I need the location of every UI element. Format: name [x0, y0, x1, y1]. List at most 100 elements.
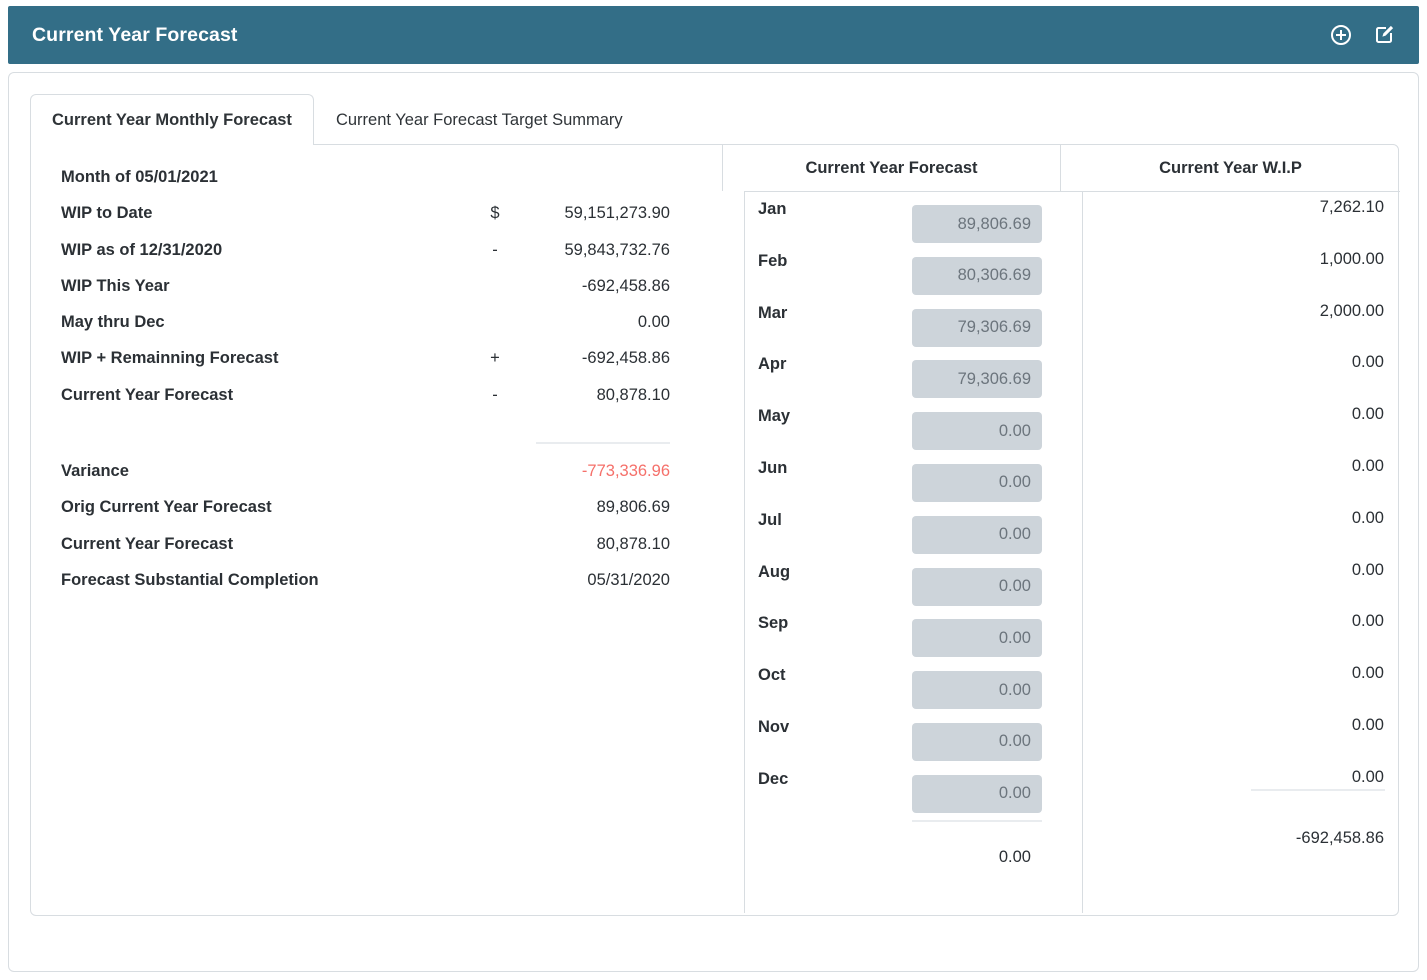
- month-label: Sep: [758, 614, 789, 633]
- table-body: Jan 7,262.10 Feb 1,000.00 Mar 2,000.00: [722, 191, 1400, 913]
- forecast-summary: Month of 05/01/2021 WIP to Date $ 59,151…: [31, 145, 722, 607]
- summary-label: Forecast Substantial Completion: [61, 570, 319, 589]
- table-row: Sep 0.00: [722, 605, 1400, 658]
- summary-value: 59,843,732.76: [564, 240, 670, 259]
- wip-value-feb: 1,000.00: [1319, 249, 1384, 268]
- forecast-input-sep[interactable]: [912, 619, 1042, 658]
- summary-label: Month of 05/01/2021: [61, 168, 218, 186]
- summary-value-variance: -773,336.96: [581, 462, 670, 481]
- month-label: Mar: [758, 303, 788, 322]
- wip-value-jun: 0.00: [1351, 456, 1384, 475]
- summary-row-month-of: Month of 05/01/2021: [61, 168, 670, 204]
- summary-sign: $: [490, 204, 500, 223]
- table-row: May 0.00: [722, 398, 1400, 451]
- summary-row-wip-this-year: WIP This Year -692,458.86: [61, 277, 670, 313]
- table-row: Aug 0.00: [722, 554, 1400, 606]
- table-row: Jun 0.00: [722, 450, 1400, 502]
- wip-value-apr: 0.00: [1351, 353, 1384, 372]
- month-label: Dec: [758, 769, 789, 788]
- summary-row-orig-current-year-forecast: Orig Current Year Forecast 89,806.69: [61, 498, 670, 534]
- edit-square-icon[interactable]: [1371, 22, 1397, 48]
- wip-value-sep: 0.00: [1351, 612, 1384, 631]
- summary-row-current-year-forecast-2: Current Year Forecast 80,878.10: [61, 535, 670, 571]
- table-totals-row: 0.00 -692,458.86: [722, 788, 1400, 891]
- table-row: Feb 1,000.00: [722, 243, 1400, 295]
- summary-label: Current Year Forecast: [61, 385, 234, 404]
- wip-value-oct: 0.00: [1351, 664, 1384, 683]
- wip-total-divider: [1251, 788, 1385, 791]
- month-label: Jul: [758, 510, 782, 529]
- wip-value-jul: 0.00: [1351, 508, 1384, 527]
- wip-value-mar: 2,000.00: [1319, 301, 1384, 320]
- table-row: Jan 7,262.10: [722, 191, 1400, 243]
- forecast-input-jul[interactable]: [912, 515, 1042, 554]
- month-label: Oct: [758, 666, 786, 685]
- table-row: Oct 0.00: [722, 657, 1400, 710]
- wip-value-may: 0.00: [1351, 405, 1384, 424]
- wip-value-dec: 0.00: [1351, 767, 1384, 786]
- summary-value: 59,151,273.90: [564, 204, 670, 223]
- page-title: Current Year Forecast: [32, 23, 238, 46]
- tab-current-year-forecast-target-summary[interactable]: Current Year Forecast Target Summary: [314, 94, 645, 145]
- wip-value-jan: 7,262.10: [1319, 198, 1384, 216]
- summary-label: WIP as of 12/31/2020: [61, 240, 223, 259]
- app-frame: Current Year Forecast Current Year Month…: [0, 0, 1427, 980]
- forecast-input-jun[interactable]: [912, 463, 1042, 502]
- month-label: Jan: [758, 200, 787, 218]
- summary-label: WIP to Date: [61, 204, 153, 223]
- forecast-input-may[interactable]: [912, 412, 1042, 451]
- column-header-current-year-forecast: Current Year Forecast: [722, 145, 1060, 191]
- summary-value: 80,878.10: [596, 534, 670, 553]
- summary-row-wip-to-date: WIP to Date $ 59,151,273.90: [61, 204, 670, 240]
- summary-divider: [536, 442, 670, 445]
- summary-label: Variance: [61, 462, 129, 481]
- summary-value: 89,806.69: [596, 498, 670, 517]
- table-row: Jul 0.00: [722, 502, 1400, 554]
- column-header-current-year-wip: Current Year W.I.P: [1060, 145, 1400, 191]
- summary-row-forecast-substantial-completion: Forecast Substantial Completion 05/31/20…: [61, 571, 670, 607]
- month-label: Apr: [758, 355, 787, 374]
- summary-value: 80,878.10: [596, 385, 670, 404]
- table-header-row: Current Year Forecast Current Year W.I.P: [722, 145, 1400, 191]
- summary-label: Current Year Forecast: [61, 534, 234, 553]
- month-label: May: [758, 407, 791, 426]
- month-label: Aug: [758, 562, 791, 581]
- forecast-input-dec[interactable]: [912, 774, 1042, 813]
- summary-sign: +: [490, 349, 500, 368]
- tab-label: Current Year Monthly Forecast: [52, 110, 292, 129]
- forecast-input-aug[interactable]: [912, 567, 1042, 606]
- tab-label: Current Year Forecast Target Summary: [335, 110, 623, 129]
- plus-circle-icon[interactable]: [1328, 22, 1354, 48]
- tab-current-year-monthly-forecast[interactable]: Current Year Monthly Forecast: [30, 94, 314, 146]
- forecast-input-mar[interactable]: [912, 308, 1042, 347]
- page-header: Current Year Forecast: [8, 6, 1419, 64]
- content-card: Current Year Monthly Forecast Current Ye…: [8, 72, 1419, 972]
- summary-row-current-year-forecast: Current Year Forecast - 80,878.10: [61, 386, 670, 422]
- summary-label: WIP + Remainning Forecast: [61, 349, 279, 368]
- month-label: Nov: [758, 717, 790, 736]
- header-actions: [1328, 22, 1397, 48]
- forecast-input-jan[interactable]: [912, 205, 1042, 243]
- forecast-input-feb[interactable]: [912, 256, 1042, 295]
- table-row: Dec 0.00: [722, 761, 1400, 813]
- tab-panel-monthly-forecast: Month of 05/01/2021 WIP to Date $ 59,151…: [30, 144, 1400, 916]
- forecast-input-apr[interactable]: [912, 360, 1042, 399]
- forecast-input-nov[interactable]: [912, 722, 1042, 761]
- summary-value: 05/31/2020: [587, 570, 670, 589]
- month-label: Jun: [758, 458, 788, 477]
- summary-sign: -: [492, 385, 498, 404]
- summary-value: -692,458.86: [581, 276, 670, 295]
- summary-row-variance: Variance -773,336.96: [61, 462, 670, 498]
- summary-label: WIP This Year: [61, 276, 170, 295]
- forecast-total-value: 0.00: [998, 847, 1031, 866]
- month-label: Feb: [758, 251, 788, 270]
- wip-value-nov: 0.00: [1351, 715, 1384, 734]
- tab-bar: Current Year Monthly Forecast Current Ye…: [30, 94, 645, 146]
- table-row: Nov 0.00: [722, 709, 1400, 761]
- forecast-total-divider: [912, 819, 1042, 822]
- table-row: Mar 2,000.00: [722, 295, 1400, 347]
- summary-value: -692,458.86: [581, 349, 670, 368]
- forecast-input-oct[interactable]: [912, 671, 1042, 710]
- summary-row-wip-as-of: WIP as of 12/31/2020 - 59,843,732.76: [61, 241, 670, 277]
- summary-value: 0.00: [637, 313, 670, 332]
